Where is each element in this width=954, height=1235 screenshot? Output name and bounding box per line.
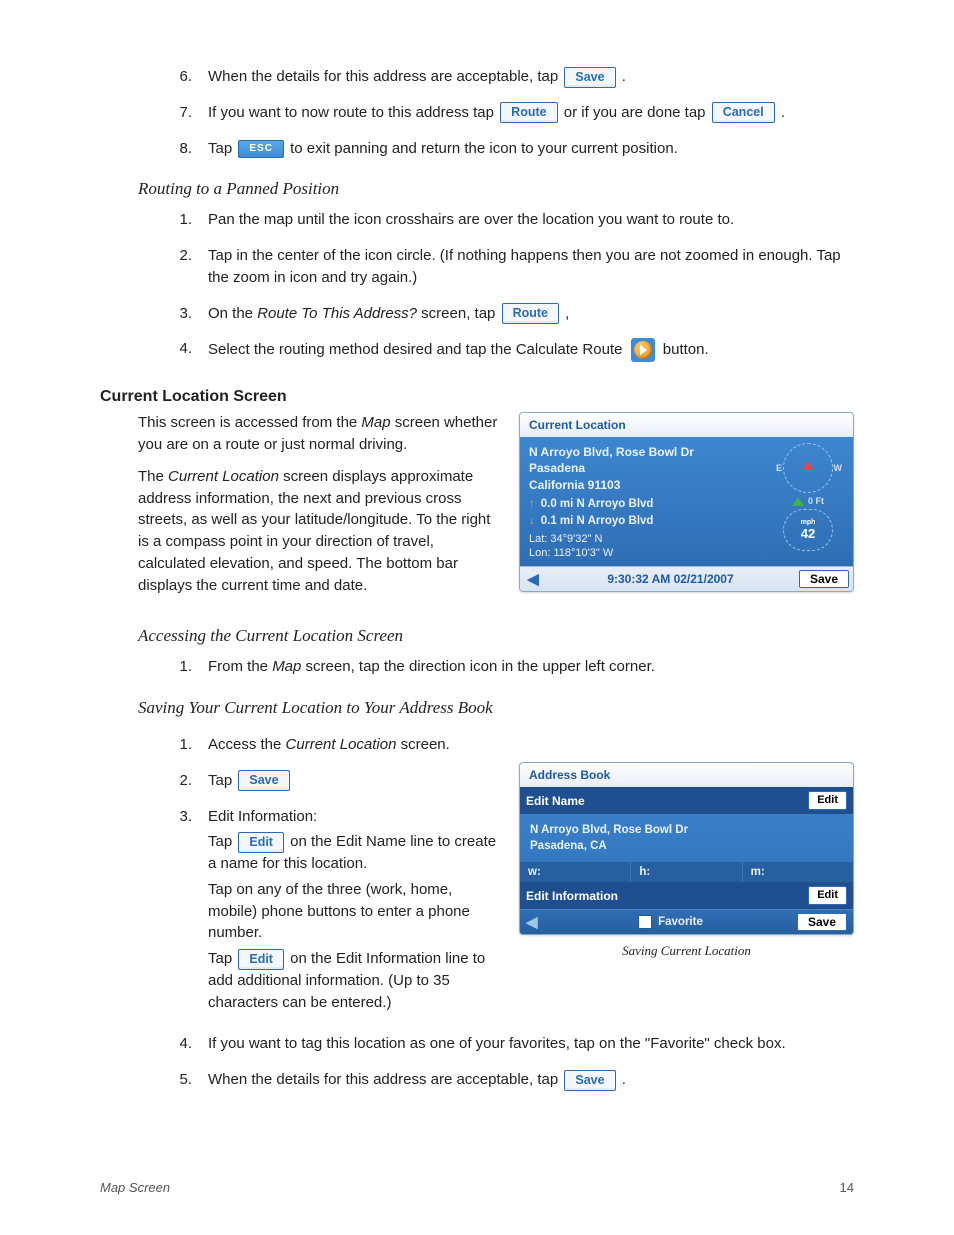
- accessing-step-1: 1. From the Map screen, tap the directio…: [170, 656, 854, 678]
- edit-info-button[interactable]: Edit: [808, 886, 847, 905]
- routing-step-1: 1. Pan the map until the icon crosshairs…: [170, 209, 854, 231]
- heading-routing: Routing to a Panned Position: [138, 179, 854, 199]
- address-book-screenshot: Address Book Edit Name Edit N Arroyo Blv…: [519, 762, 854, 935]
- speed-gauge: mph 42: [783, 509, 833, 551]
- calculate-route-icon[interactable]: [631, 338, 655, 362]
- curloc-para-2: The Current Location screen displays app…: [138, 466, 499, 597]
- saving-step-4: 4. If you want to tag this location as o…: [170, 1033, 854, 1055]
- mock-datetime: 9:30:32 AM 02/21/2007: [542, 572, 799, 586]
- step-7: 7. If you want to now route to this addr…: [170, 102, 854, 124]
- favorite-checkbox[interactable]: [638, 915, 652, 929]
- curloc-para-1: This screen is accessed from the Map scr…: [138, 412, 499, 456]
- footer-page-number: 14: [840, 1180, 854, 1195]
- heading-saving: Saving Your Current Location to Your Add…: [138, 698, 854, 718]
- edit-name-button[interactable]: Edit: [808, 791, 847, 810]
- current-location-screenshot: Current Location N Arroyo Blvd, Rose Bow…: [519, 412, 854, 592]
- footer-section: Map Screen: [100, 1180, 170, 1195]
- phone-home[interactable]: h:: [631, 862, 742, 882]
- compass-icon: E W: [783, 443, 833, 493]
- routing-step-2: 2. Tap in the center of the icon circle.…: [170, 245, 854, 289]
- favorite-label: Favorite: [658, 916, 703, 928]
- edit-name-label: Edit Name: [526, 794, 585, 808]
- mock-title: Current Location: [520, 413, 853, 437]
- saving-step-2: 2. Tap Save: [170, 770, 499, 792]
- save-button[interactable]: Save: [564, 1070, 615, 1091]
- route-button[interactable]: Route: [502, 303, 559, 324]
- mountain-icon: [792, 497, 804, 506]
- step-8: 8. Tap ESC to exit panning and return th…: [170, 138, 854, 160]
- back-icon[interactable]: ◀: [526, 913, 544, 931]
- up-arrow-icon: [529, 498, 541, 510]
- saving-step-3: 3. Edit Information: Tap Edit on the Edi…: [170, 806, 499, 1014]
- saving-step-5: 5. When the details for this address are…: [170, 1069, 854, 1091]
- edit-info-label: Edit Information: [526, 889, 618, 903]
- mock2-save-button[interactable]: Save: [797, 913, 847, 931]
- mock2-addr-1: N Arroyo Blvd, Rose Bowl Dr: [530, 822, 843, 838]
- mock2-addr-2: Pasadena, CA: [530, 838, 843, 854]
- route-button[interactable]: Route: [500, 102, 557, 123]
- phone-mobile[interactable]: m:: [743, 862, 853, 882]
- step-6: 6. When the details for this address are…: [170, 66, 854, 88]
- edit-button[interactable]: Edit: [238, 949, 284, 970]
- phone-work[interactable]: w:: [520, 862, 631, 882]
- down-arrow-icon: [529, 515, 541, 527]
- esc-button[interactable]: ESC: [238, 140, 284, 158]
- mock-save-button[interactable]: Save: [799, 570, 849, 588]
- save-button[interactable]: Save: [238, 770, 289, 791]
- routing-step-4: 4. Select the routing method desired and…: [170, 338, 854, 362]
- compass-needle-icon: [803, 461, 813, 470]
- routing-step-3: 3. On the Route To This Address? screen,…: [170, 303, 854, 325]
- heading-current-location: Current Location Screen: [100, 388, 854, 406]
- cancel-button[interactable]: Cancel: [712, 102, 775, 123]
- elevation-readout: 0 Ft: [792, 496, 824, 506]
- save-button[interactable]: Save: [564, 67, 615, 88]
- back-icon[interactable]: ◀: [524, 571, 542, 587]
- mock2-caption: Saving Current Location: [519, 943, 854, 959]
- mock2-title: Address Book: [520, 763, 853, 787]
- edit-button[interactable]: Edit: [238, 832, 284, 853]
- heading-accessing: Accessing the Current Location Screen: [138, 626, 854, 646]
- saving-step-1: 1. Access the Current Location screen.: [170, 734, 499, 756]
